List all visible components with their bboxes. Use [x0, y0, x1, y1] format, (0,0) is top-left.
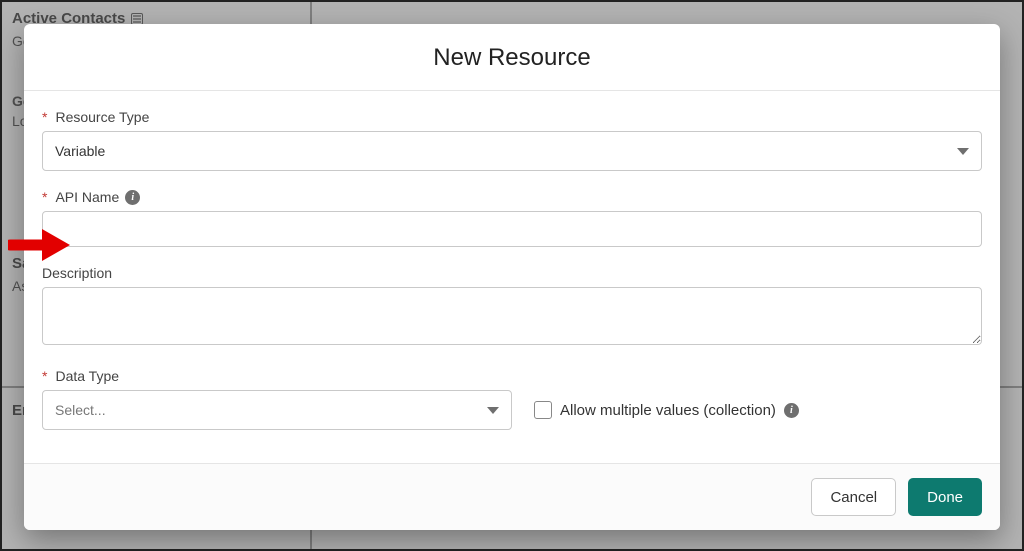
- api-name-input[interactable]: [42, 211, 982, 247]
- description-label: Description: [42, 265, 112, 281]
- resource-type-label-row: * Resource Type: [42, 109, 982, 125]
- resource-type-select[interactable]: Variable: [42, 131, 982, 171]
- required-asterisk: *: [42, 189, 47, 205]
- allow-multiple-label: Allow multiple values (collection): [560, 402, 776, 419]
- data-type-placeholder: Select...: [55, 402, 106, 418]
- info-icon[interactable]: i: [784, 403, 799, 418]
- description-field: Description: [42, 265, 982, 350]
- modal-body: * Resource Type Variable * API Name i De…: [24, 91, 1000, 463]
- chevron-down-icon: [957, 148, 969, 155]
- chevron-down-icon: [487, 407, 499, 414]
- modal-title: New Resource: [24, 24, 1000, 91]
- info-icon[interactable]: i: [125, 190, 140, 205]
- resource-type-field: * Resource Type Variable: [42, 109, 982, 171]
- resource-type-value: Variable: [55, 143, 105, 159]
- description-textarea[interactable]: [42, 287, 982, 345]
- api-name-label: API Name: [55, 189, 119, 205]
- done-button[interactable]: Done: [908, 478, 982, 516]
- data-type-select[interactable]: Select...: [42, 390, 512, 430]
- api-name-label-row: * API Name i: [42, 189, 982, 205]
- allow-multiple-row[interactable]: Allow multiple values (collection) i: [534, 401, 799, 419]
- required-asterisk: *: [42, 109, 47, 125]
- data-type-field: * Data Type Select... Allow multiple val…: [42, 368, 982, 430]
- data-type-label-row: * Data Type: [42, 368, 982, 384]
- cancel-button[interactable]: Cancel: [811, 478, 896, 516]
- required-asterisk: *: [42, 368, 47, 384]
- modal-footer: Cancel Done: [24, 463, 1000, 530]
- new-resource-modal: New Resource * Resource Type Variable * …: [24, 24, 1000, 530]
- resource-type-label: Resource Type: [55, 109, 149, 125]
- api-name-field: * API Name i: [42, 189, 982, 247]
- description-label-row: Description: [42, 265, 982, 281]
- allow-multiple-checkbox[interactable]: [534, 401, 552, 419]
- data-type-label: Data Type: [55, 368, 119, 384]
